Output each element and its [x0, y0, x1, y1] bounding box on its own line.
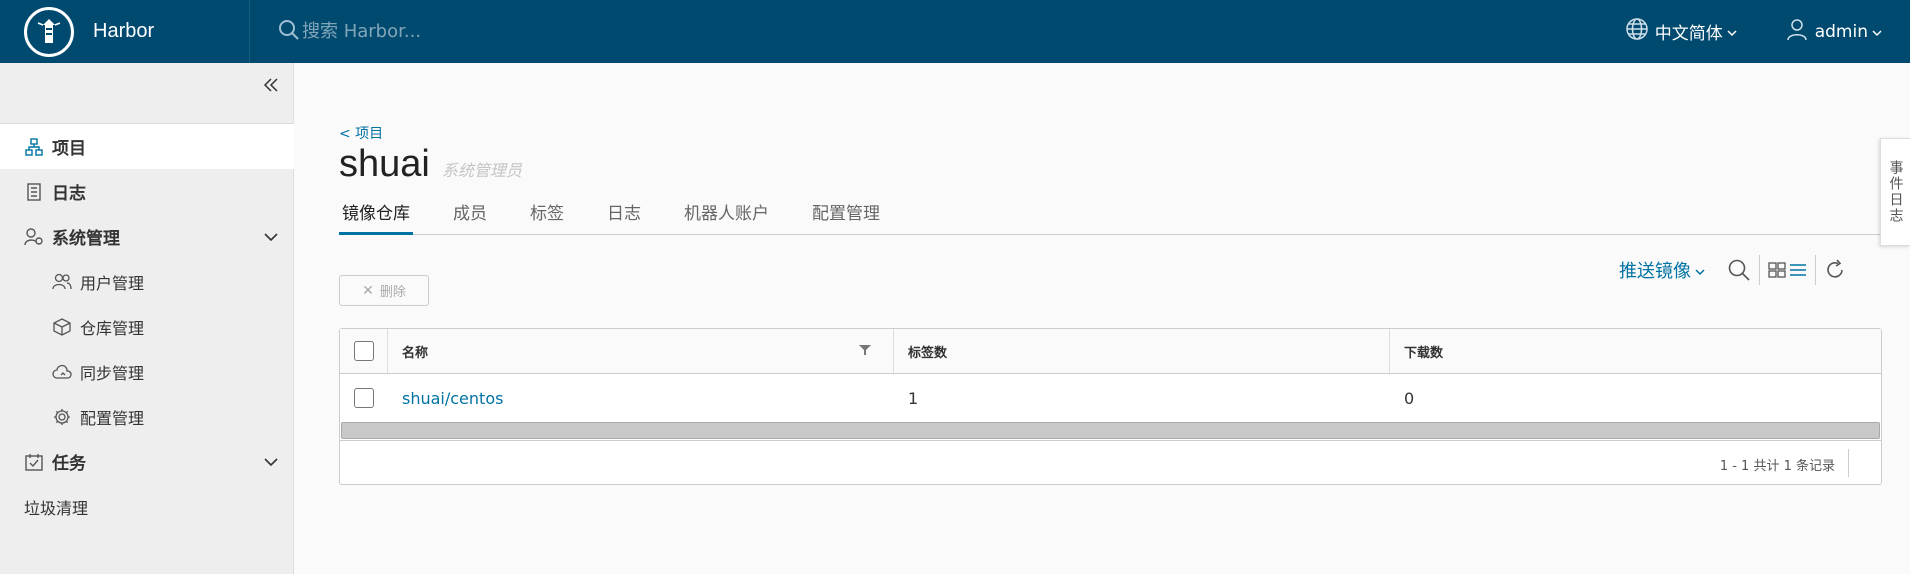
sidebar-item-label: 系统管理	[52, 229, 120, 249]
pagination-info: 1 - 1 共计 1 条记录	[1719, 459, 1835, 474]
brand[interactable]: Harbor	[0, 0, 250, 63]
tab-robot-accounts[interactable]: 机器人账户	[681, 197, 772, 235]
registry-icon	[52, 317, 72, 337]
filter-icon[interactable]	[859, 344, 871, 360]
gear-icon	[52, 407, 72, 427]
breadcrumb[interactable]: < 项目	[339, 123, 383, 143]
footer-divider	[1848, 449, 1849, 477]
row-select-cell	[340, 375, 388, 421]
username: admin	[1814, 21, 1868, 42]
sidebar-item-label: 垃圾清理	[24, 498, 89, 518]
tag-count: 1	[908, 388, 919, 408]
user-menu[interactable]: admin	[1785, 17, 1882, 46]
horizontal-scrollbar[interactable]	[341, 422, 1880, 439]
sidebar-item-label: 日志	[52, 184, 86, 204]
sidebar-item-label: 用户管理	[80, 273, 145, 293]
sidebar-item-label: 项目	[52, 139, 86, 159]
event-log-tab[interactable]: 事件日志	[1880, 138, 1910, 246]
toolbar-divider	[1759, 255, 1760, 285]
sidebar-item-logs[interactable]: 日志	[0, 169, 294, 214]
tasks-icon	[24, 452, 44, 472]
project-tabs: 镜像仓库 成员 标签 日志 机器人账户 配置管理	[339, 197, 1882, 235]
table-row: shuai/centos 1 0	[340, 375, 1881, 421]
column-header-label: 标签数	[908, 345, 948, 361]
card-view-icon[interactable]	[1768, 262, 1786, 278]
collapse-sidebar-icon[interactable]	[263, 77, 279, 97]
language-label: 中文简体	[1654, 24, 1723, 44]
repository-name-link[interactable]: shuai/centos	[388, 375, 894, 421]
delete-button[interactable]: ✕ 删除	[339, 275, 429, 306]
tab-members[interactable]: 成员	[450, 197, 490, 235]
chevron-down-icon	[264, 452, 278, 472]
table-header: 名称 标签数 下载数	[340, 329, 1881, 374]
search-icon[interactable]	[1727, 258, 1751, 282]
tab-repositories[interactable]: 镜像仓库	[339, 197, 413, 235]
globe-icon	[1625, 17, 1649, 46]
sidebar-item-users[interactable]: 用户管理	[0, 259, 294, 304]
search-input[interactable]	[302, 21, 602, 42]
projects-icon	[24, 137, 44, 157]
tab-logs[interactable]: 日志	[604, 197, 644, 235]
column-name[interactable]: 名称	[388, 329, 894, 373]
admin-icon	[24, 227, 44, 247]
list-view-icon[interactable]	[1789, 263, 1807, 277]
select-all-cell	[340, 329, 388, 373]
column-header-label: 下载数	[1404, 345, 1444, 361]
repositories-table: 名称 标签数 下载数 shuai/centos 1 0 1 - 1 共计 1 条…	[339, 328, 1882, 485]
tab-configuration[interactable]: 配置管理	[809, 197, 883, 235]
main-content: < 项目 shuai 系统管理员 镜像仓库 成员 标签 日志 机器人账户 配置管…	[295, 63, 1910, 574]
sidebar-item-label: 配置管理	[80, 408, 145, 428]
role-label: 系统管理员	[441, 161, 522, 180]
chevron-down-icon	[1695, 260, 1705, 281]
top-header: Harbor 中文简体 admin	[0, 0, 1910, 63]
delete-label: 删除	[379, 285, 406, 300]
page-title: shuai	[339, 143, 430, 185]
replication-icon	[52, 362, 72, 382]
harbor-logo-icon	[24, 6, 74, 57]
sidebar-item-label: 任务	[52, 454, 86, 474]
row-checkbox[interactable]	[354, 388, 374, 408]
chevron-down-icon	[1872, 22, 1882, 42]
search-icon	[278, 19, 300, 45]
repo-toolbar: 推送镜像	[1619, 253, 1846, 287]
select-all-checkbox[interactable]	[354, 341, 374, 361]
logs-icon	[24, 182, 44, 202]
sidebar-item-label: 同步管理	[80, 363, 145, 383]
language-selector[interactable]: 中文简体	[1625, 17, 1737, 46]
user-icon	[1785, 17, 1809, 46]
tab-labels[interactable]: 标签	[527, 197, 567, 235]
close-icon: ✕	[362, 282, 374, 299]
column-downloads[interactable]: 下载数	[1390, 329, 1881, 373]
sidebar-item-gc[interactable]: 垃圾清理	[0, 484, 294, 529]
toolbar-divider	[1815, 255, 1816, 285]
sidebar-item-registries[interactable]: 仓库管理	[0, 304, 294, 349]
column-tags[interactable]: 标签数	[894, 329, 1390, 373]
sidebar-item-projects[interactable]: 项目	[0, 124, 294, 169]
chevron-down-icon	[264, 227, 278, 247]
global-search	[278, 0, 602, 63]
users-icon	[52, 272, 72, 292]
chevron-down-icon	[1727, 22, 1737, 42]
download-count: 0	[1404, 388, 1415, 408]
brand-name: Harbor	[93, 20, 155, 42]
table-footer: 1 - 1 共计 1 条记录	[340, 440, 1881, 484]
push-image-button[interactable]: 推送镜像	[1619, 257, 1705, 283]
sidebar: 项目 日志 系统管理 用户管理 仓库管理 同步管理 配置管理 任务 垃圾清理	[0, 63, 294, 574]
sidebar-item-configuration[interactable]: 配置管理	[0, 394, 294, 439]
sidebar-item-tasks[interactable]: 任务	[0, 439, 294, 484]
push-image-label: 推送镜像	[1619, 261, 1691, 282]
sidebar-item-replications[interactable]: 同步管理	[0, 349, 294, 394]
refresh-icon[interactable]	[1824, 259, 1846, 281]
sidebar-item-label: 仓库管理	[80, 318, 145, 338]
column-header-label: 名称	[402, 345, 429, 361]
sidebar-item-administration[interactable]: 系统管理	[0, 214, 294, 259]
